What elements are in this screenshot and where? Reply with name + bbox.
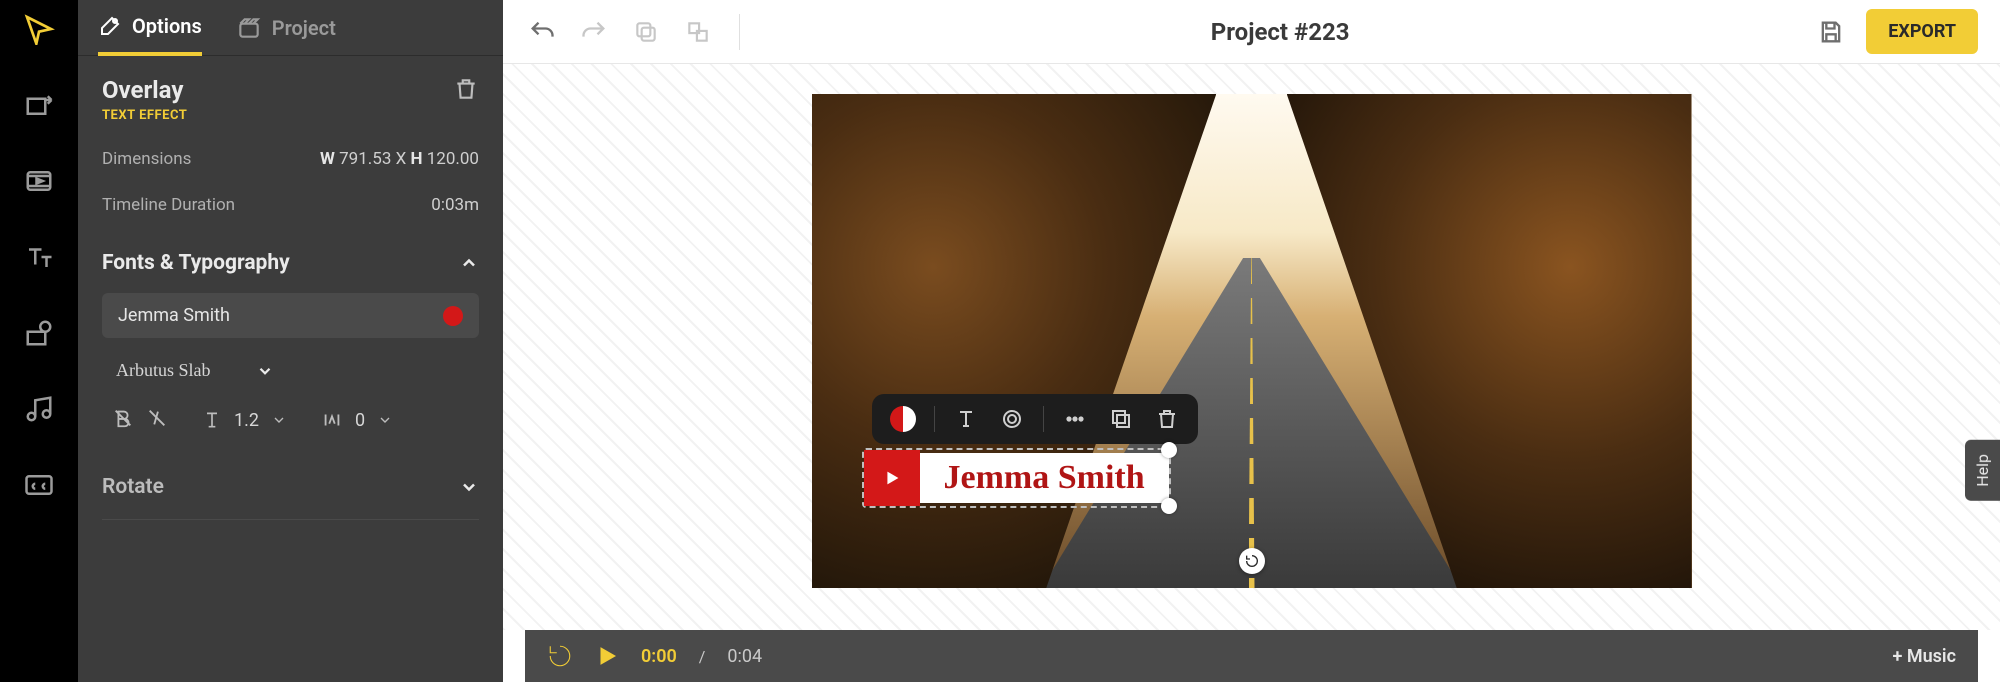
tab-options[interactable]: Options <box>98 14 202 56</box>
rail-item-design-icon[interactable] <box>20 10 58 48</box>
rotate-handle[interactable] <box>1239 548 1265 574</box>
text-overlay[interactable]: Jemma Smith <box>862 448 1171 508</box>
overlay-title: Overlay <box>102 76 187 104</box>
more-button[interactable] <box>1060 404 1090 434</box>
redo-button[interactable] <box>577 15 611 49</box>
line-height-value: 1.2 <box>234 410 259 431</box>
delete-overlay-button[interactable] <box>453 76 479 106</box>
dimensions-value: W 791.53 X H 120.00 <box>320 149 479 169</box>
duration-value: 0:03m <box>431 195 479 215</box>
paste-button[interactable] <box>681 15 715 49</box>
overlay-text[interactable]: Jemma Smith <box>920 453 1169 503</box>
color-picker-button[interactable] <box>888 404 918 434</box>
resize-handle-tr[interactable] <box>1161 442 1177 458</box>
line-height-control[interactable]: 1.2 <box>202 410 287 431</box>
section-rotate-toggle[interactable]: Rotate <box>102 475 479 520</box>
video-preview[interactable]: Jemma Smith <box>812 94 1692 588</box>
effects-button[interactable] <box>997 404 1027 434</box>
text-layer-value: Jemma Smith <box>118 305 230 326</box>
text-style-button[interactable] <box>951 404 981 434</box>
playbar: 0:00 / 0:04 + Music <box>525 630 1978 682</box>
main-area: Project #223 EXPORT Jemma Smith <box>503 0 2000 682</box>
text-color-swatch[interactable] <box>443 306 463 326</box>
letter-spacing-value: 0 <box>355 410 365 431</box>
dimensions-label: Dimensions <box>102 149 191 169</box>
letter-spacing-icon <box>321 409 343 431</box>
duration-label: Timeline Duration <box>102 195 235 215</box>
context-toolbar <box>872 394 1198 444</box>
font-select[interactable]: Arbutus Slab <box>102 360 479 381</box>
copy-button[interactable] <box>629 15 663 49</box>
canvas[interactable]: Jemma Smith <box>503 64 2000 630</box>
help-tab[interactable]: Help <box>1965 440 2000 501</box>
toolbar-divider <box>739 14 740 50</box>
undo-button[interactable] <box>525 15 559 49</box>
rail-item-upload-icon[interactable] <box>20 86 58 124</box>
tab-project[interactable]: Project <box>236 14 336 55</box>
section-rotate-title: Rotate <box>102 475 164 499</box>
letter-spacing-control[interactable]: 0 <box>321 409 393 431</box>
top-toolbar: Project #223 EXPORT <box>503 0 2000 64</box>
rail-item-media-icon[interactable] <box>20 162 58 200</box>
panel-tabs: Options Project <box>78 0 503 56</box>
chevron-up-icon <box>459 253 479 273</box>
italic-button[interactable] <box>146 407 168 433</box>
tab-project-label: Project <box>272 16 336 40</box>
loop-button[interactable] <box>547 643 573 669</box>
time-current: 0:00 <box>641 646 677 667</box>
rail-item-text-icon[interactable] <box>20 238 58 276</box>
rail-item-audio-icon[interactable] <box>20 390 58 428</box>
color-swatch-icon <box>890 406 916 432</box>
section-fonts-title: Fonts & Typography <box>102 251 290 275</box>
properties-panel: Options Project Overlay TEXT EFFECT Dime… <box>78 0 503 682</box>
export-button[interactable]: EXPORT <box>1866 9 1978 54</box>
delete-button[interactable] <box>1152 404 1182 434</box>
chevron-down-icon <box>459 477 479 497</box>
text-layer-row[interactable]: Jemma Smith <box>102 293 479 338</box>
play-button[interactable] <box>595 644 619 668</box>
resize-handle-br[interactable] <box>1161 498 1177 514</box>
section-fonts-toggle[interactable]: Fonts & Typography <box>102 251 479 275</box>
nav-rail <box>0 0 78 682</box>
duplicate-button[interactable] <box>1106 404 1136 434</box>
chevron-down-icon <box>377 412 393 428</box>
tab-options-label: Options <box>132 14 202 38</box>
line-height-icon <box>202 410 222 430</box>
project-title[interactable]: Project #223 <box>764 18 1796 46</box>
bold-button[interactable] <box>112 407 134 433</box>
font-name: Arbutus Slab <box>116 360 211 381</box>
overlay-play-icon <box>864 450 920 506</box>
rail-item-captions-icon[interactable] <box>20 466 58 504</box>
time-separator: / <box>699 647 706 666</box>
overlay-subtitle: TEXT EFFECT <box>102 108 187 123</box>
add-music-button[interactable]: + Music <box>1893 646 1956 667</box>
chevron-down-icon <box>256 362 274 380</box>
rail-item-elements-icon[interactable] <box>20 314 58 352</box>
save-button[interactable] <box>1814 15 1848 49</box>
time-total: 0:04 <box>727 646 762 667</box>
chevron-down-icon <box>271 412 287 428</box>
